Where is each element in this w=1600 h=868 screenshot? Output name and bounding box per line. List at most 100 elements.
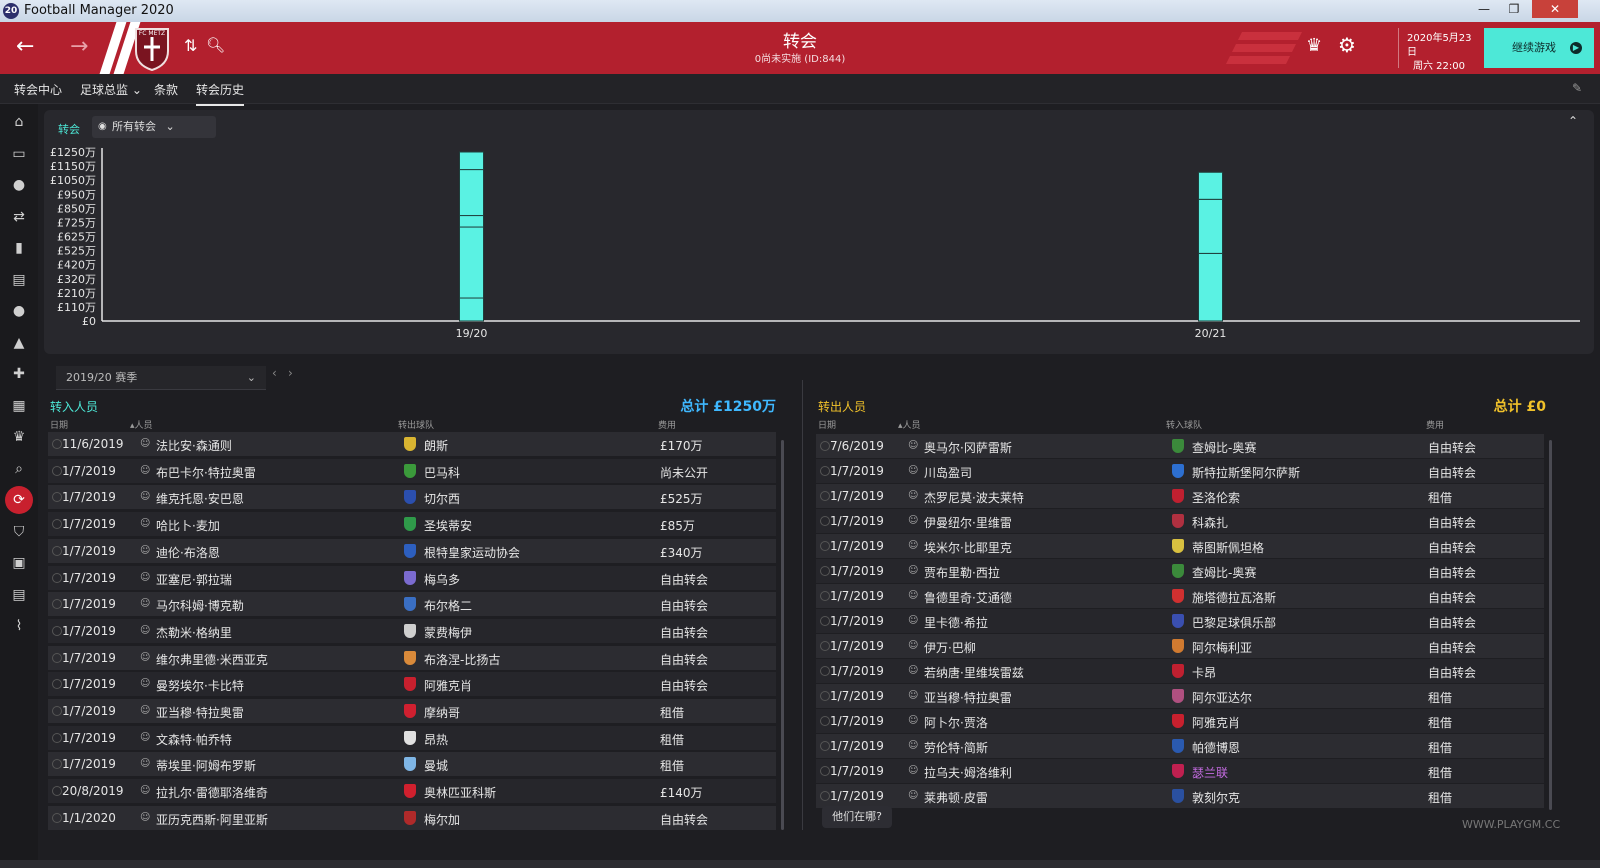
table-row[interactable]: 1/7/2019 ☺ 维克托恩·安巴恩 切尔西 £525万 [48, 485, 776, 510]
club-name[interactable]: 查姆比-奥赛 [1192, 564, 1256, 581]
club-name[interactable]: 昂热 [424, 731, 448, 748]
row-select-checkbox[interactable] [820, 791, 830, 801]
row-select-checkbox[interactable] [52, 492, 62, 503]
table-row[interactable]: 1/7/2019 ☺ 杰勒米·格纳里 蒙费梅伊 自由转会 [48, 618, 776, 643]
close-button[interactable]: ✕ [1532, 0, 1578, 18]
tactics-icon[interactable]: ▲ [9, 333, 29, 353]
incoming-scrollbar[interactable] [781, 440, 784, 830]
bar-segment[interactable] [459, 169, 484, 217]
player-name[interactable]: 文森特·帕乔特 [156, 731, 232, 748]
clipboard-icon[interactable]: ▤ [9, 270, 29, 290]
club-name[interactable]: 瑟兰联 [1192, 764, 1228, 781]
player-name[interactable]: 维克托恩·安巴恩 [156, 490, 244, 507]
row-select-checkbox[interactable] [52, 706, 62, 716]
player-name[interactable]: 伊曼纽尔·里维雷 [924, 514, 1012, 531]
club-name[interactable]: 斯特拉斯堡阿尔萨斯 [1192, 464, 1300, 481]
table-row[interactable]: 1/7/2019 ☺ 埃米尔·比耶里克 蒂图斯佩坦格 自由转会 [816, 534, 1544, 558]
bar-segment[interactable] [1198, 171, 1223, 200]
player-name[interactable]: 迪伦·布洛恩 [156, 544, 220, 561]
table-row[interactable]: 1/1/2020 ☺ 亚历克西斯·阿里亚斯 梅尔加 自由转会 [48, 805, 776, 830]
col-from-club[interactable]: 转出球队 [398, 418, 434, 431]
player-name[interactable]: 埃米尔·比耶里克 [924, 539, 1012, 556]
report-icon[interactable]: ▮ [9, 238, 29, 258]
analytics-icon[interactable]: ⌇ [9, 616, 29, 636]
row-select-checkbox[interactable] [52, 545, 62, 556]
player-name[interactable]: 里卡德·希拉 [924, 614, 988, 631]
row-select-checkbox[interactable] [52, 519, 62, 530]
player-name[interactable]: 川岛盈司 [924, 464, 972, 481]
row-select-checkbox[interactable] [820, 616, 830, 626]
player-name[interactable]: 蒂埃里·阿姆布罗斯 [156, 757, 256, 774]
season-next-button[interactable]: › [288, 366, 293, 380]
row-select-checkbox[interactable] [820, 491, 830, 501]
bar-segment[interactable] [459, 297, 484, 322]
back-icon[interactable]: ← [16, 34, 34, 59]
row-select-checkbox[interactable] [52, 599, 62, 610]
club-name[interactable]: 奥林匹亚科斯 [424, 784, 496, 801]
col-player[interactable]: ▴人员 [130, 418, 153, 431]
tab-clauses[interactable]: 条款 [154, 81, 178, 98]
club-name[interactable]: 敦刻尔克 [1192, 789, 1240, 806]
edit-icon[interactable]: ✎ [1572, 81, 1582, 95]
player-name[interactable]: 贾布里勒·西拉 [924, 564, 1000, 581]
row-select-checkbox[interactable] [820, 716, 830, 726]
table-row[interactable]: 1/7/2019 ☺ 曼努埃尔·卡比特 阿雅克肖 自由转会 [48, 672, 776, 697]
bar-segment[interactable] [459, 151, 484, 171]
forward-icon[interactable]: → [70, 34, 88, 59]
club-name[interactable]: 蒙费梅伊 [424, 624, 472, 641]
table-row[interactable]: 1/7/2019 ☺ 亚当穆·特拉奥雷 摩纳哥 租借 [48, 699, 776, 723]
row-select-checkbox[interactable] [52, 812, 62, 823]
bar-segment[interactable] [1198, 198, 1223, 254]
row-select-checkbox[interactable] [820, 441, 830, 451]
club-name[interactable]: 根特皇家运动协会 [424, 544, 520, 561]
club-name[interactable]: 蒂图斯佩坦格 [1192, 539, 1264, 556]
club-name[interactable]: 巴黎足球俱乐部 [1192, 614, 1276, 631]
tab-transfer-centre[interactable]: 转会中心 [14, 81, 62, 98]
table-row[interactable]: 1/7/2019 ☺ 拉乌夫·姆洛维利 瑟兰联 租借 [816, 759, 1544, 783]
table-row[interactable]: 1/7/2019 ☺ 里卡德·希拉 巴黎足球俱乐部 自由转会 [816, 609, 1544, 633]
tab-transfer-history[interactable]: 转会历史 [196, 81, 245, 106]
updown-icon[interactable]: ⇅ [184, 36, 197, 55]
tab-director-of-football[interactable]: 足球总监 ⌄ [80, 81, 142, 98]
restore-button[interactable]: ❐ [1500, 0, 1528, 18]
club-name[interactable]: 帕德博恩 [1192, 739, 1240, 756]
row-select-checkbox[interactable] [52, 759, 62, 770]
player-name[interactable]: 拉扎尔·雷德耶洛维奇 [156, 784, 268, 801]
club-name[interactable]: 卡昂 [1192, 664, 1216, 681]
row-select-checkbox[interactable] [52, 439, 62, 449]
outgoing-scrollbar[interactable] [1549, 440, 1552, 810]
player-name[interactable]: 奥马尔·冈萨雷斯 [924, 439, 1012, 456]
transfers-icon[interactable]: ⇄ [9, 207, 29, 227]
col-player[interactable]: ▴人员 [898, 418, 921, 431]
club-name[interactable]: 圣洛伦索 [1192, 489, 1240, 506]
table-row[interactable]: 1/7/2019 ☺ 布巴卡尔·特拉奥雷 巴马科 尚未公开 [48, 458, 776, 483]
club-name[interactable]: 摩纳哥 [424, 704, 460, 721]
club-crest-icon[interactable]: FC METZ [132, 25, 172, 71]
search-icon[interactable]: 🔍︎ [206, 36, 225, 54]
schedule-icon[interactable]: ▤ [9, 585, 29, 605]
row-select-checkbox[interactable] [820, 566, 830, 576]
table-row[interactable]: 1/7/2019 ☺ 迪伦·布洛恩 根特皇家运动协会 £340万 [48, 538, 776, 563]
table-row[interactable]: 1/7/2019 ☺ 文森特·帕乔特 昂热 租借 [48, 725, 776, 750]
club-name[interactable]: 施塔德拉瓦洛斯 [1192, 589, 1276, 606]
player-name[interactable]: 亚塞尼·郭拉瑞 [156, 571, 232, 588]
row-select-checkbox[interactable] [820, 466, 830, 476]
trophy-icon[interactable]: ♛ [1306, 35, 1322, 56]
staff-icon[interactable]: ● [9, 301, 29, 321]
table-row[interactable]: 11/6/2019 ☺ 法比安·森通则 朗斯 £170万 [48, 432, 776, 456]
table-row[interactable]: 1/7/2019 ☺ 鲁德里奇·艾通德 施塔德拉瓦洛斯 自由转会 [816, 584, 1544, 608]
continue-button[interactable]: 继续游戏 ▶ [1484, 28, 1594, 68]
row-select-checkbox[interactable] [820, 766, 830, 776]
player-name[interactable]: 伊万·巴柳 [924, 639, 976, 656]
player-name[interactable]: 若纳唐·里维埃雷兹 [924, 664, 1024, 681]
table-row[interactable]: 1/7/2019 ☺ 莱弗顿·皮雷 敦刻尔克 租借 [816, 784, 1544, 808]
table-row[interactable]: 1/7/2019 ☺ 伊万·巴柳 阿尔梅利亚 自由转会 [816, 634, 1544, 658]
minimize-button[interactable]: — [1470, 0, 1498, 18]
table-row[interactable]: 1/7/2019 ☺ 贾布里勒·西拉 查姆比-奥赛 自由转会 [816, 559, 1544, 583]
table-row[interactable]: 1/7/2019 ☺ 川岛盈司 斯特拉斯堡阿尔萨斯 自由转会 [816, 459, 1544, 483]
club-icon[interactable]: ⛉ [9, 522, 29, 542]
club-name[interactable]: 圣埃蒂安 [424, 517, 472, 534]
row-select-checkbox[interactable] [820, 741, 830, 751]
club-name[interactable]: 梅尔加 [424, 811, 460, 828]
row-select-checkbox[interactable] [52, 625, 62, 636]
